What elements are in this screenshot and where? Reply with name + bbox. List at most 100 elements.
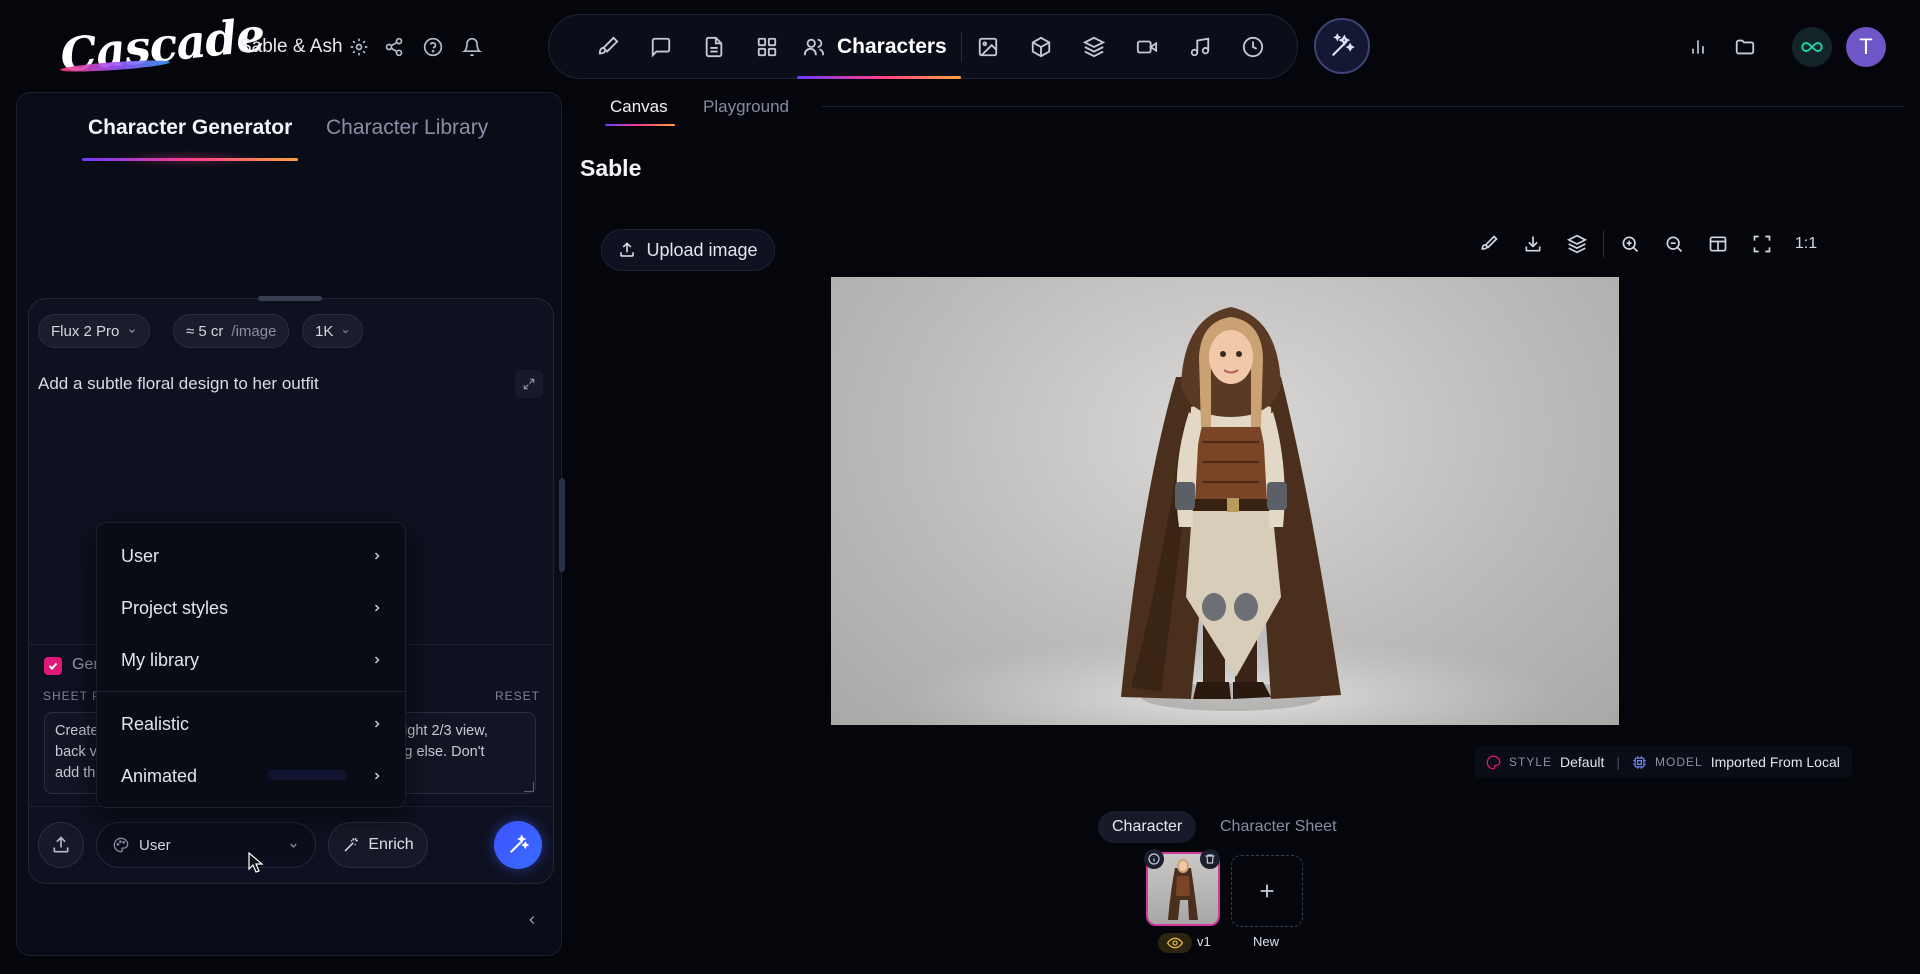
tab-rule	[822, 106, 1904, 107]
mouse-cursor-icon	[248, 852, 264, 874]
info-icon[interactable]	[1144, 849, 1164, 869]
chevron-right-icon	[371, 718, 383, 730]
nav-chat-icon[interactable]	[634, 27, 687, 67]
character-name: Sable	[580, 155, 642, 181]
collapse-panel-icon[interactable]	[522, 910, 542, 930]
dropdown-item-realistic[interactable]: Realistic	[97, 701, 407, 747]
palette-icon	[113, 837, 129, 853]
palette-icon	[1486, 755, 1501, 770]
nav-document-icon[interactable]	[687, 27, 740, 67]
nav-characters-tab[interactable]: Characters	[793, 27, 961, 79]
tab-character-generator[interactable]: Character Generator	[88, 116, 292, 140]
version-label: v1	[1197, 934, 1211, 949]
expand-icon[interactable]	[515, 370, 543, 398]
upload-image-button[interactable]: Upload image	[601, 229, 775, 271]
textarea-resize-handle[interactable]	[524, 782, 534, 792]
user-avatar[interactable]: T	[1846, 27, 1886, 67]
upload-reference-button[interactable]	[38, 822, 84, 868]
nav-grid-icon[interactable]	[740, 27, 793, 67]
enrich-label: Enrich	[368, 836, 414, 853]
dropdown-item-label: Realistic	[121, 713, 190, 734]
zoom-reset-button[interactable]: 1:1	[1784, 224, 1828, 264]
analytics-icon[interactable]	[1683, 32, 1713, 62]
generate-button[interactable]	[494, 821, 542, 869]
new-version-button[interactable]	[1231, 855, 1303, 927]
nav-video-icon[interactable]	[1121, 27, 1174, 67]
style-dropdown-menu: User Project styles My library Realistic…	[96, 522, 407, 808]
nav-layers-icon[interactable]	[1068, 27, 1121, 67]
infinity-icon[interactable]	[1792, 27, 1832, 67]
sheet-prompt-label: SHEET P	[43, 689, 102, 703]
magic-wand-icon	[342, 836, 360, 854]
style-model-info: STYLE Default | MODEL Imported From Loca…	[1474, 746, 1852, 778]
resolution-select[interactable]: 1K	[302, 314, 364, 348]
reset-button[interactable]: RESET	[495, 689, 540, 703]
canvas-tab-indicator	[605, 124, 675, 126]
model-select-label: Flux 2 Pro	[51, 322, 120, 340]
nav-music-icon[interactable]	[1174, 27, 1227, 67]
nav-history-icon[interactable]	[1227, 27, 1280, 67]
chevron-right-icon	[371, 550, 383, 562]
share-icon[interactable]	[380, 33, 408, 61]
tab-canvas[interactable]: Canvas	[610, 97, 668, 117]
folder-icon[interactable]	[1730, 32, 1760, 62]
project-title[interactable]: Sable & Ash	[239, 36, 343, 58]
nav-image-icon[interactable]	[962, 27, 1015, 67]
upload-icon	[618, 241, 636, 259]
generate-sheet-checkbox[interactable]	[44, 657, 62, 675]
upload-image-label: Upload image	[646, 239, 758, 260]
trash-icon[interactable]	[1200, 849, 1220, 869]
ai-assistant-button[interactable]	[1314, 18, 1370, 74]
style-label: STYLE	[1509, 755, 1553, 769]
cost-unit: /image	[231, 322, 277, 340]
composer-drag-handle[interactable]	[258, 296, 322, 301]
nav-cube-icon[interactable]	[1015, 27, 1068, 67]
chevron-right-icon	[371, 770, 383, 782]
settings-gear-icon[interactable]	[345, 33, 373, 61]
chevron-down-icon	[341, 327, 350, 336]
dropdown-item-project-styles[interactable]: Project styles	[97, 585, 407, 631]
bell-icon[interactable]	[458, 33, 486, 61]
chip-icon	[1632, 755, 1647, 770]
resolution-label: 1K	[315, 322, 334, 340]
sheet-prompt-line: ning else. Don't	[385, 744, 485, 760]
dropdown-item-user[interactable]: User	[97, 533, 407, 579]
cost-value: ≈ 5 cr	[186, 322, 224, 340]
new-version-label: New	[1253, 934, 1280, 949]
download-icon[interactable]	[1511, 224, 1555, 264]
dropdown-item-label: User	[121, 545, 160, 566]
character-image[interactable]	[831, 277, 1619, 725]
style-value: Default	[1560, 754, 1605, 770]
fullscreen-icon[interactable]	[1740, 224, 1784, 264]
style-select[interactable]: User	[96, 822, 316, 868]
tab-playground[interactable]: Playground	[703, 97, 789, 117]
layers-icon[interactable]	[1555, 224, 1599, 264]
compare-icon[interactable]	[1696, 224, 1740, 264]
main-nav: Characters	[548, 14, 1298, 79]
tab-character-library[interactable]: Character Library	[326, 116, 488, 140]
dropdown-item-label: My library	[121, 649, 200, 670]
users-icon	[803, 36, 825, 58]
chevron-right-icon	[371, 654, 383, 666]
eye-icon[interactable]	[1158, 933, 1192, 953]
dropdown-item-label: Animated	[121, 765, 198, 786]
model-select[interactable]: Flux 2 Pro	[38, 314, 151, 348]
prompt-input[interactable]: Add a subtle floral design to her outfit	[38, 374, 319, 394]
nav-brush-icon[interactable]	[581, 27, 634, 67]
zoom-out-icon[interactable]	[1652, 224, 1696, 264]
toolbar-divider	[1603, 231, 1604, 257]
panel-scrollbar[interactable]	[559, 478, 565, 572]
model-value: Imported From Local	[1710, 754, 1840, 770]
dropdown-item-my-library[interactable]: My library	[97, 637, 407, 683]
dropdown-divider	[97, 691, 407, 692]
tab-character[interactable]: Character	[1098, 811, 1197, 843]
canvas-toolbar: 1:1	[1467, 224, 1828, 264]
cost-indicator: ≈ 5 cr /image	[173, 314, 290, 348]
chevron-down-icon	[127, 326, 137, 336]
enrich-button[interactable]: Enrich	[328, 822, 428, 868]
zoom-in-icon[interactable]	[1608, 224, 1652, 264]
tab-character-sheet[interactable]: Character Sheet	[1206, 811, 1351, 843]
help-icon[interactable]	[419, 33, 447, 61]
dropdown-item-animated[interactable]: Animated	[97, 753, 407, 799]
brush-icon[interactable]	[1467, 224, 1511, 264]
